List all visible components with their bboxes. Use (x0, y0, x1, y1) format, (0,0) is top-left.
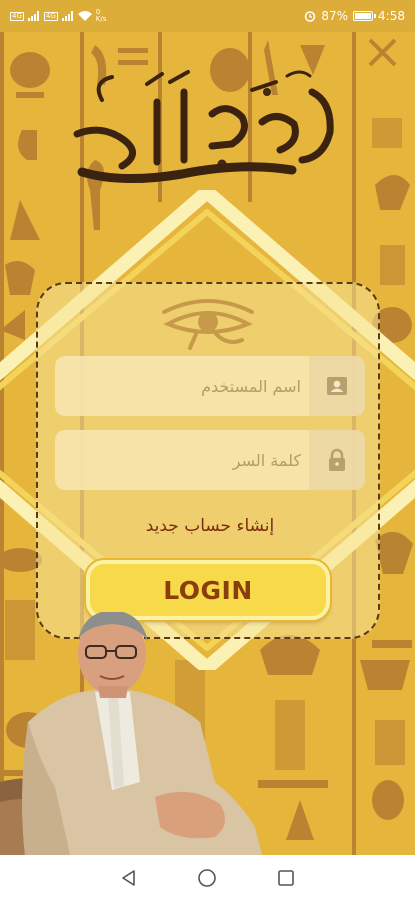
home-icon[interactable] (197, 868, 217, 888)
calligraphy-logo (73, 70, 334, 184)
navigation-bar (0, 855, 415, 900)
status-bar: 4G 4G 0 K/s 87% 4:58 (0, 0, 415, 32)
person-icon (327, 377, 347, 395)
password-input[interactable] (55, 430, 309, 490)
alarm-icon (305, 11, 316, 22)
username-field (55, 356, 365, 416)
username-input[interactable] (55, 356, 309, 416)
battery-percent: 87% (321, 9, 349, 23)
clock: 4:58 (378, 9, 405, 23)
back-icon[interactable] (120, 869, 138, 887)
password-field (55, 430, 365, 490)
signal-icon-2 (61, 11, 74, 21)
wifi-icon (77, 10, 92, 21)
login-screen: 4G 4G 0 K/s 87% 4:58 اسم المستخدم إنشاء … (0, 0, 415, 900)
network-type-badge: 4G (10, 11, 24, 21)
eye-of-horus-icon (162, 299, 254, 350)
signal-icon (27, 11, 40, 21)
network-type-badge-2: 4G (43, 11, 58, 21)
password-icon-box (309, 430, 365, 490)
person-photo (0, 612, 263, 855)
network-speed: 0 K/s (95, 8, 107, 23)
create-account-link[interactable]: إنشاء حساب جديد (38, 516, 382, 536)
username-icon-box (309, 356, 365, 416)
recents-icon[interactable] (277, 869, 295, 887)
battery-icon (353, 11, 377, 21)
login-button[interactable]: LOGIN (86, 560, 330, 620)
lock-icon (329, 448, 345, 471)
